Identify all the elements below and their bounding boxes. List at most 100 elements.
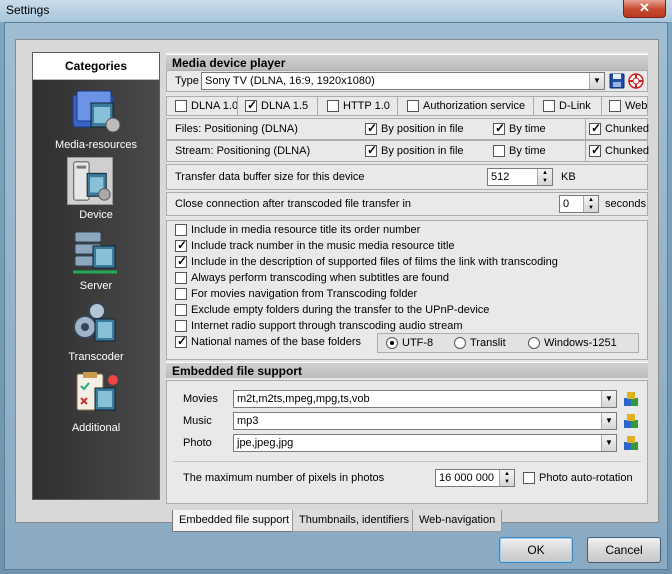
chevron-down-icon: ▼ (589, 73, 604, 89)
stream-by-position-label: By position in file (381, 145, 464, 157)
http-1-0-checkbox[interactable] (327, 100, 339, 112)
authorization-service-label: Authorization service (423, 100, 526, 112)
category-label: Media-resources (55, 139, 137, 151)
option-checkbox[interactable] (175, 254, 187, 268)
files-by-time-label: By time (509, 123, 546, 135)
additional-icon (76, 372, 118, 411)
option-label: Always perform transcoding when subtitle… (191, 272, 450, 284)
dlink-checkbox[interactable] (543, 100, 555, 112)
cube-settings-icon[interactable] (623, 435, 639, 451)
stepper-arrows-icon[interactable]: ▲ ▼ (537, 169, 552, 185)
chevron-down-icon: ▼ (601, 391, 616, 407)
type-label: Type (175, 75, 199, 87)
category-label: Server (79, 280, 113, 292)
option-checkbox[interactable] (175, 288, 187, 300)
option-checkbox[interactable] (175, 224, 187, 236)
authorization-service-checkbox[interactable] (407, 100, 419, 112)
music-extensions-select[interactable]: mp3 ▼ (233, 412, 617, 430)
stepper-arrows-icon[interactable]: ▲ ▼ (499, 470, 514, 486)
category-label: Device (79, 209, 113, 221)
category-label: Transcoder (68, 351, 124, 363)
stream-positioning-label: Stream: Positioning (DLNA) (175, 145, 311, 157)
categories-title: Categories (33, 53, 159, 80)
photo-auto-rotation-checkbox[interactable] (523, 472, 535, 484)
stream-by-position-checkbox[interactable] (365, 143, 377, 157)
stream-positioning-row: Stream: Positioning (DLNA) By position i… (166, 140, 650, 162)
option-checkbox[interactable] (175, 272, 187, 284)
photo-extensions-value: jpe,jpeg,jpg (237, 437, 294, 449)
files-positioning-row: Files: Positioning (DLNA) By position in… (166, 118, 649, 140)
category-transcoder[interactable]: Transcoder (33, 299, 159, 369)
category-additional[interactable]: Additional (33, 370, 159, 440)
option-checkbox[interactable] (175, 320, 187, 332)
settings-content: Categories Media-resources Device Server… (15, 39, 659, 532)
categories-panel: Categories Media-resources Device Server… (32, 52, 160, 500)
close-connection-row: Close connection after transcoded file t… (166, 192, 648, 216)
buffer-size-value: 512 (491, 171, 510, 183)
photo-label: Photo (183, 437, 212, 449)
category-media-resources[interactable]: Media-resources (33, 87, 159, 157)
translit-radio[interactable] (454, 337, 466, 349)
close-connection-unit: seconds (605, 198, 646, 210)
dlna-1-0-label: DLNA 1.0 (191, 100, 239, 112)
transcoder-icon (73, 302, 116, 342)
max-pixels-value: 16 000 000 (439, 472, 495, 484)
option-label: Include in media resource title its orde… (191, 224, 421, 236)
stream-by-time-label: By time (509, 145, 546, 157)
category-device[interactable]: Device (33, 157, 159, 227)
cube-settings-icon[interactable] (623, 391, 639, 407)
tab-label: Thumbnails, identifiers (299, 514, 410, 526)
embedded-file-support-box: Movies m2t,m2ts,mpeg,mpg,ts,vob ▼ Music … (166, 380, 648, 504)
dlna-1-0-checkbox[interactable] (175, 100, 187, 112)
close-connection-stepper[interactable]: 0 ▲ ▼ (559, 195, 599, 213)
files-by-time-checkbox[interactable] (493, 121, 505, 135)
tab-label: Embedded file support (179, 514, 290, 526)
windows-1251-label: Windows-1251 (544, 337, 617, 349)
max-pixels-stepper[interactable]: 16 000 000 ▲ ▼ (435, 469, 515, 487)
encoding-radio-group: UTF-8 Translit Windows-1251 (377, 333, 639, 353)
max-pixels-label: The maximum number of pixels in photos (183, 472, 385, 484)
option-checkbox[interactable] (175, 238, 187, 252)
category-server[interactable]: Server (33, 228, 159, 298)
ok-button[interactable]: OK (499, 537, 573, 563)
buffer-size-label: Transfer data buffer size for this devic… (175, 171, 365, 183)
music-label: Music (183, 415, 212, 427)
files-by-position-checkbox[interactable] (365, 121, 377, 135)
option-checkbox[interactable] (175, 304, 187, 316)
close-icon: ✕ (639, 0, 650, 15)
close-button[interactable]: ✕ (623, 0, 666, 18)
national-names-checkbox[interactable] (175, 334, 187, 348)
close-connection-value: 0 (563, 198, 570, 210)
cancel-button[interactable]: Cancel (587, 537, 661, 563)
photo-extensions-select[interactable]: jpe,jpeg,jpg ▼ (233, 434, 617, 452)
tab-web-navigation[interactable]: Web-navigation (412, 510, 503, 532)
web-checkbox[interactable] (609, 100, 621, 112)
option-label: Include track number in the music media … (191, 240, 455, 252)
device-type-select[interactable]: Sony TV (DLNA, 16:9, 1920x1080) ▼ (201, 72, 605, 90)
cube-settings-icon[interactable] (623, 413, 639, 429)
national-names-label: National names of the base folders (191, 336, 361, 348)
stream-chunked-checkbox[interactable] (589, 143, 601, 157)
tab-label: Web-navigation (419, 514, 496, 526)
chevron-down-icon: ▼ (601, 435, 616, 451)
utf8-radio[interactable] (386, 337, 398, 349)
help-lifebuoy-icon[interactable] (628, 73, 644, 89)
windows-1251-radio[interactable] (528, 337, 540, 349)
files-positioning-label: Files: Positioning (DLNA) (175, 123, 298, 135)
save-icon[interactable] (609, 73, 625, 89)
media-device-player-heading: Media device player (166, 54, 648, 70)
files-chunked-checkbox[interactable] (589, 121, 601, 135)
option-label: Internet radio support through transcodi… (191, 320, 463, 332)
category-label: Additional (71, 422, 121, 434)
stream-chunked-label: Chunked (605, 145, 650, 157)
option-label: For movies navigation from Transcoding f… (191, 288, 418, 300)
buffer-size-stepper[interactable]: 512 ▲ ▼ (487, 168, 553, 186)
movies-extensions-select[interactable]: m2t,m2ts,mpeg,mpg,ts,vob ▼ (233, 390, 617, 408)
dlna-1-5-checkbox[interactable] (245, 98, 257, 112)
stepper-arrows-icon[interactable]: ▲ ▼ (583, 196, 598, 212)
http-1-0-label: HTTP 1.0 (343, 100, 390, 112)
tab-embedded-file-support[interactable]: Embedded file support (172, 510, 297, 532)
option-label: Include in the description of supported … (191, 256, 558, 268)
stream-by-time-checkbox[interactable] (493, 145, 505, 157)
tab-thumbnails-identifiers[interactable]: Thumbnails, identifiers (292, 510, 417, 532)
